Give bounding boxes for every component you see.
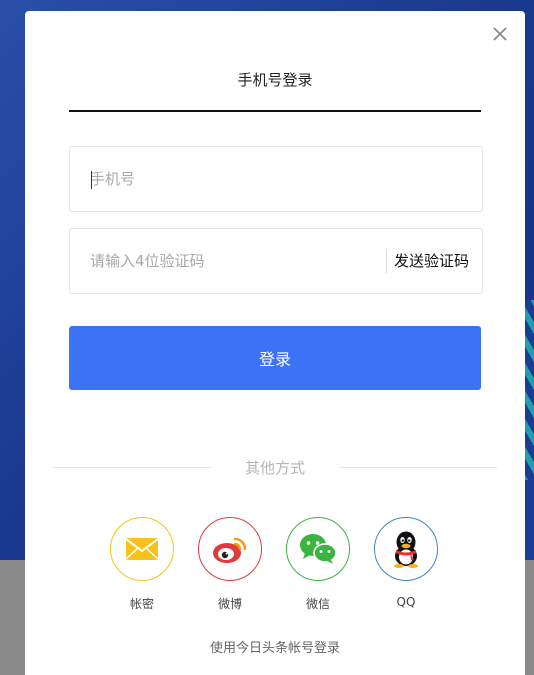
wechat-icon <box>300 534 337 564</box>
tab-active-indicator <box>69 110 481 112</box>
login-method-weibo[interactable]: 微博 <box>198 517 262 612</box>
text-caret <box>91 171 92 189</box>
send-code-button[interactable]: 发送验证码 <box>394 229 469 293</box>
phone-field <box>69 146 483 212</box>
code-input[interactable] <box>90 229 370 293</box>
login-method-label: QQ <box>396 595 416 609</box>
divider-right <box>339 467 497 468</box>
qq-icon <box>394 531 418 568</box>
login-method-wechat[interactable]: 微信 <box>286 517 350 612</box>
tab-phone-login[interactable]: 手机号登录 <box>69 69 481 90</box>
weibo-icon <box>213 537 247 563</box>
toutiao-login-link[interactable]: 使用今日头条帐号登录 <box>25 637 525 656</box>
login-method-label: 微信 <box>305 597 330 611</box>
envelope-icon <box>125 538 159 560</box>
login-method-circle[interactable] <box>286 517 350 581</box>
login-method-label: 帐密 <box>129 597 154 611</box>
login-method-circle[interactable] <box>198 517 262 581</box>
login-method-circle[interactable] <box>374 517 438 581</box>
login-method-qq[interactable]: QQ <box>374 517 438 609</box>
code-divider <box>386 249 387 273</box>
other-methods-label: 其他方式 <box>244 459 305 477</box>
code-field: 发送验证码 <box>69 228 483 294</box>
close-icon[interactable] <box>491 25 509 43</box>
login-method-label: 微博 <box>217 597 242 611</box>
login-button[interactable]: 登录 <box>69 326 481 390</box>
login-method-circle[interactable] <box>110 517 174 581</box>
phone-input[interactable] <box>90 147 370 211</box>
login-modal: 手机号登录 发送验证码 登录 其他方式 帐密 <box>25 11 525 675</box>
login-method-password[interactable]: 帐密 <box>110 517 174 612</box>
divider-left <box>53 467 211 468</box>
